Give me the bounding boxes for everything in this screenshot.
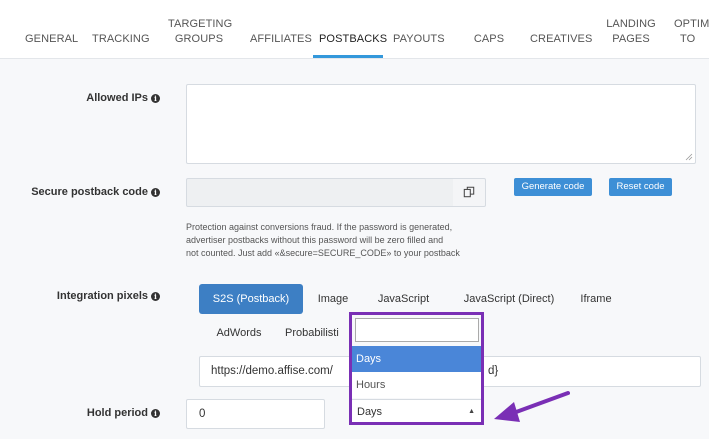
tab-affiliates[interactable]: AFFILIATES xyxy=(250,32,312,47)
allowed-ips-label: Allowed IPs i xyxy=(86,92,160,104)
allowed-ips-label-text: Allowed IPs xyxy=(86,92,148,104)
integration-pixels-label-text: Integration pixels xyxy=(56,290,148,302)
info-icon[interactable]: i xyxy=(151,409,160,418)
pixel-option-label: Image xyxy=(317,293,349,305)
tab-landing-pages[interactable]: LANDING PAGES xyxy=(605,17,657,47)
tab-label-line2: GROUPS xyxy=(174,33,224,45)
tab-label: CREATIVES xyxy=(530,33,593,45)
tab-general[interactable]: GENERAL xyxy=(25,32,79,47)
help-line: advertiser postbacks without this passwo… xyxy=(186,235,444,245)
resize-handle-icon[interactable] xyxy=(685,153,693,161)
tab-label-line1: LANDING xyxy=(606,18,656,30)
postback-url-text: https://demo.affise.com/ xyxy=(211,365,333,377)
reset-code-label: Reset code xyxy=(616,181,665,192)
pixel-option-label: Iframe xyxy=(580,293,612,305)
pixel-option-s2s[interactable]: S2S (Postback) xyxy=(199,284,303,314)
tab-label-line1: OPTIM xyxy=(674,18,709,30)
tab-label: TRACKING xyxy=(92,33,150,45)
info-icon[interactable]: i xyxy=(151,188,160,197)
generate-code-label: Generate code xyxy=(521,181,585,192)
hold-period-input[interactable]: 0 xyxy=(186,399,325,429)
pixel-option-javascript-direct[interactable]: JavaScript (Direct) xyxy=(452,284,566,314)
pixel-option-label: JavaScript (Direct) xyxy=(463,293,555,305)
info-icon[interactable]: i xyxy=(151,94,160,103)
secure-code-help-text: Protection against conversions fraud. If… xyxy=(186,221,496,260)
tab-optimization[interactable]: OPTIM TO xyxy=(674,17,709,47)
secure-code-label-text: Secure postback code xyxy=(31,186,148,198)
tab-postbacks[interactable]: POSTBACKS xyxy=(319,32,387,47)
secure-code-input[interactable] xyxy=(186,178,454,207)
active-tab-indicator xyxy=(313,55,383,58)
hold-period-value: 0 xyxy=(199,408,206,420)
copy-icon xyxy=(463,186,475,198)
tab-bar: GENERAL TRACKING TARGETING GROUPS AFFILI… xyxy=(0,0,709,59)
tab-targeting-groups[interactable]: TARGETING GROUPS xyxy=(168,17,233,47)
help-line: not counted. Just add «&secure=SECURE_CO… xyxy=(186,248,460,258)
tab-label-line2: PAGES xyxy=(612,33,650,45)
pixel-option-probabilistic[interactable]: Probabilisti xyxy=(285,318,351,348)
postback-url-text-end: d} xyxy=(488,365,499,377)
copy-button[interactable] xyxy=(453,178,486,207)
tab-label: CAPS xyxy=(473,33,505,45)
generate-code-button[interactable]: Generate code xyxy=(514,178,592,196)
pixel-option-adwords[interactable]: AdWords xyxy=(207,318,271,348)
tab-label: POSTBACKS xyxy=(319,33,388,45)
tab-creatives[interactable]: CREATIVES xyxy=(530,32,592,47)
pixel-option-label: S2S (Postback) xyxy=(212,293,290,305)
tab-label: AFFILIATES xyxy=(250,33,312,45)
tab-label: PAYOUTS xyxy=(393,33,445,45)
integration-pixels-label: Integration pixels i xyxy=(57,290,160,302)
tab-label-line2: TO xyxy=(680,33,696,45)
tab-tracking[interactable]: TRACKING xyxy=(92,32,150,47)
tab-label: GENERAL xyxy=(25,33,79,45)
pixel-option-label: Probabilisti xyxy=(285,327,339,339)
allowed-ips-textarea[interactable] xyxy=(186,84,696,164)
hold-period-label: Hold period i xyxy=(87,407,160,419)
pixel-option-image[interactable]: Image xyxy=(310,284,356,314)
pixel-option-label: AdWords xyxy=(216,327,262,339)
tab-caps[interactable]: CAPS xyxy=(472,32,506,47)
secure-postback-code-label: Secure postback code i xyxy=(31,186,160,198)
tab-label-line1: TARGETING xyxy=(168,18,233,30)
tab-payouts[interactable]: PAYOUTS xyxy=(393,32,445,47)
help-line: Protection against conversions fraud. If… xyxy=(186,222,453,232)
annotation-arrow-icon xyxy=(494,391,570,422)
pixel-option-label: JavaScript xyxy=(377,293,430,305)
reset-code-button[interactable]: Reset code xyxy=(609,178,672,196)
annotation-highlight-box xyxy=(349,312,484,425)
hold-period-label-text: Hold period xyxy=(86,407,148,419)
pixel-option-javascript[interactable]: JavaScript xyxy=(370,284,437,314)
info-icon[interactable]: i xyxy=(151,292,160,301)
pixel-option-iframe[interactable]: Iframe xyxy=(573,284,619,314)
